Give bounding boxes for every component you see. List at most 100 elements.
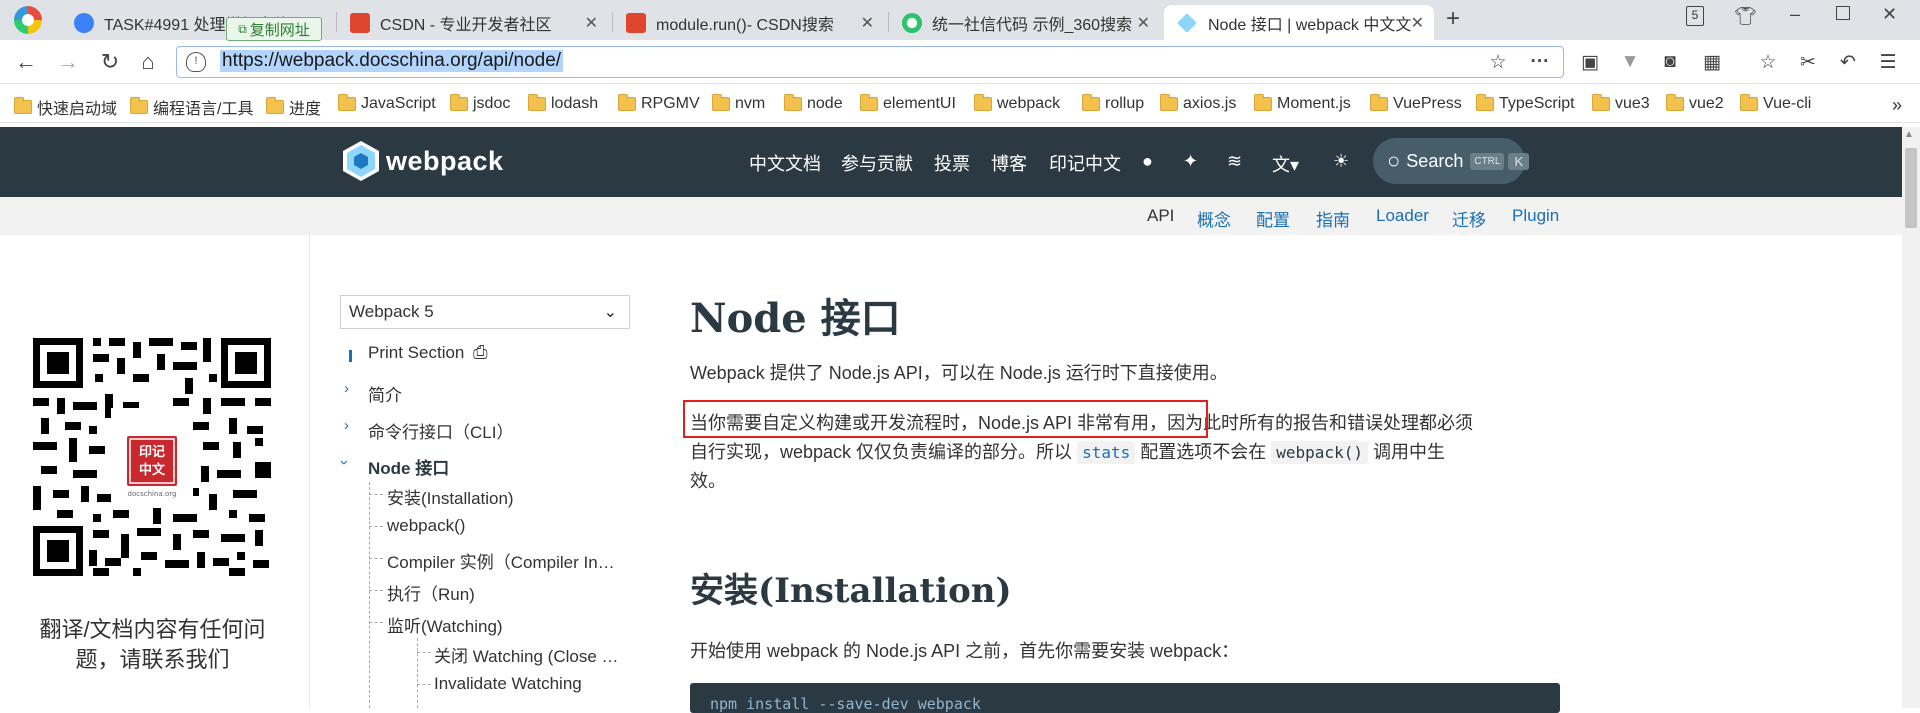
sidebar-subitem-installation[interactable]: 安装(Installation) [387, 484, 514, 509]
bookmark-folder[interactable]: VuePress [1370, 94, 1462, 113]
bookmark-folder[interactable]: webpack [974, 94, 1060, 113]
close-icon[interactable]: ✕ [1137, 13, 1150, 33]
new-tab-button[interactable]: + [1446, 5, 1460, 33]
subnav-migrate[interactable]: 迁移 [1452, 206, 1486, 231]
bookmark-folder[interactable]: TypeScript [1476, 94, 1575, 113]
sidebar-subsubitem-invalidate-watching[interactable]: Invalidate Watching [434, 674, 582, 694]
browser-logo-icon[interactable] [14, 6, 42, 34]
theme-toggle-icon[interactable]: ☀ [1333, 151, 1349, 172]
tab-webpack-active[interactable]: Node 接口 | webpack 中文文 ✕ [1164, 5, 1434, 40]
sidebar-item-intro[interactable]: 简介 [368, 381, 402, 406]
sidebar-item-node-api-active[interactable]: Node 接口 [368, 454, 449, 479]
subnav-guides[interactable]: 指南 [1316, 206, 1350, 231]
bookmark-folder[interactable]: node [784, 94, 843, 113]
bookmark-folder[interactable]: jsdoc [450, 94, 510, 113]
chevron-down-icon[interactable]: › [336, 460, 353, 465]
favorites-list-icon[interactable]: ☆ [1756, 50, 1780, 74]
star-bookmark-icon[interactable]: ☆ [1486, 50, 1510, 74]
restore-icon[interactable] [1836, 6, 1850, 20]
folder-icon [1370, 94, 1388, 111]
close-window-icon[interactable]: ✕ [1882, 4, 1897, 25]
sidebar-subsubitem-close-watching[interactable]: 关闭 Watching (Close … [434, 642, 619, 667]
chevron-right-icon[interactable]: › [344, 417, 349, 434]
scroll-up-arrow-icon[interactable]: ▲ [1904, 129, 1914, 140]
menu-icon[interactable]: ☰ [1876, 50, 1900, 74]
version-select[interactable]: Webpack 5 ⌄ [340, 295, 630, 329]
apps-grid-icon[interactable]: ▦ [1700, 50, 1724, 74]
bookmark-folder[interactable]: rollup [1082, 94, 1144, 113]
bookmark-label: node [807, 95, 843, 112]
sidebar-subitem-compiler[interactable]: Compiler 实例（Compiler In… [387, 548, 615, 573]
bookmark-folder[interactable]: vue2 [1666, 94, 1724, 113]
shirt-skin-icon[interactable]: 👕︎ [1734, 6, 1757, 27]
close-icon[interactable]: ✕ [1411, 13, 1424, 33]
tab-360-search[interactable]: 统一社信代码 示例_360搜索 ✕ [890, 5, 1160, 40]
tab-csdn[interactable]: CSDN - 专业开发者社区 ✕ [338, 5, 608, 40]
undo-icon[interactable]: ↶ [1836, 50, 1860, 74]
close-icon[interactable]: ✕ [585, 13, 598, 33]
bookmark-folder[interactable]: Moment.js [1254, 94, 1351, 113]
bookmark-folder[interactable]: vue3 [1592, 94, 1650, 113]
subnav-loaders[interactable]: Loader [1376, 206, 1429, 226]
bookmark-folder[interactable]: 快速启动域 [14, 95, 117, 119]
collection-icon[interactable]: ▣ [1578, 50, 1602, 74]
inline-code-stats[interactable]: stats [1077, 441, 1136, 464]
twitter-icon[interactable]: ✦ [1183, 151, 1198, 172]
bookmark-folder[interactable]: elementUI [860, 94, 956, 113]
chevron-right-icon[interactable]: › [344, 380, 349, 397]
webpack-favicon-icon [1177, 12, 1197, 33]
column-divider [309, 235, 310, 708]
vue-devtools-icon[interactable]: ▼ [1618, 50, 1642, 74]
site-info-icon[interactable]: ! [186, 52, 206, 72]
bookmark-folder[interactable]: lodash [528, 94, 598, 113]
url-text[interactable]: https://webpack.docschina.org/api/node/ [220, 50, 564, 72]
bookmark-folder[interactable]: 编程语言/工具 [130, 95, 253, 119]
subnav-api[interactable]: API [1147, 206, 1174, 226]
screenshot-scissors-icon[interactable]: ✂ [1796, 50, 1820, 74]
webpack-logo-icon[interactable] [340, 140, 382, 182]
copy-url-tooltip[interactable]: ⧉ 复制网址 [226, 17, 322, 41]
nav-docs[interactable]: 中文文档 [749, 150, 821, 176]
sidebar-subitem-webpack[interactable]: webpack() [387, 516, 465, 536]
site-logo-text[interactable]: webpack [386, 146, 504, 177]
scrollbar-thumb[interactable] [1905, 148, 1917, 228]
print-section-link[interactable]: Print Section ⎙ [368, 342, 488, 363]
github-icon[interactable]: ● [1142, 151, 1153, 172]
more-options-icon[interactable]: ··· [1528, 50, 1552, 74]
subnav-configuration[interactable]: 配置 [1256, 206, 1290, 231]
folder-icon [1082, 94, 1100, 111]
language-switch-icon[interactable]: 文▾ [1272, 151, 1299, 177]
tab-count-badge[interactable]: 5 [1686, 6, 1704, 26]
sidebar-subitem-watching[interactable]: 监听(Watching) [387, 612, 503, 637]
sidebar-item-cli[interactable]: 命令行接口（CLI） [368, 418, 513, 443]
reload-icon[interactable]: ↻ [96, 48, 124, 76]
nav-contribute[interactable]: 参与贡献 [841, 150, 913, 176]
subnav-plugins[interactable]: Plugin [1512, 206, 1559, 226]
bookmark-folder[interactable]: 进度 [266, 95, 321, 119]
nav-blog[interactable]: 博客 [991, 150, 1027, 176]
tab-csdn-search[interactable]: module.run()- CSDN搜索 ✕ [614, 5, 884, 40]
nav-vote[interactable]: 投票 [934, 150, 970, 176]
bookmark-folder[interactable]: axios.js [1160, 94, 1236, 113]
copy-icon: ⧉ [238, 21, 247, 36]
close-icon[interactable]: ✕ [861, 13, 874, 33]
bookmarks-overflow-button[interactable]: » [1892, 95, 1902, 116]
folder-icon [14, 97, 32, 114]
search-icon: ○ [1387, 148, 1401, 173]
nav-docschina[interactable]: 印记中文 [1049, 150, 1121, 176]
subnav-concepts[interactable]: 概念 [1197, 206, 1231, 231]
bookmark-folder[interactable]: RPGMV [618, 94, 700, 113]
extension-icon[interactable]: ◙ [1658, 50, 1682, 74]
sidebar-subitem-run[interactable]: 执行（Run) [387, 580, 475, 605]
bookmark-folder[interactable]: nvm [712, 94, 765, 113]
back-arrow-icon[interactable]: ← [12, 48, 40, 76]
home-icon[interactable]: ⌂ [134, 48, 162, 76]
search-button[interactable]: ○ Search CTRL K [1373, 138, 1530, 184]
highlight-annotation-box [683, 400, 1208, 438]
bookmark-label: JavaScript [361, 95, 436, 112]
minimize-icon[interactable]: – [1790, 4, 1800, 25]
bookmark-folder[interactable]: JavaScript [338, 94, 436, 113]
forward-arrow-icon[interactable]: → [54, 48, 82, 76]
bookmark-folder[interactable]: Vue-cli [1740, 94, 1811, 113]
stackoverflow-icon[interactable]: ≋ [1227, 151, 1242, 172]
